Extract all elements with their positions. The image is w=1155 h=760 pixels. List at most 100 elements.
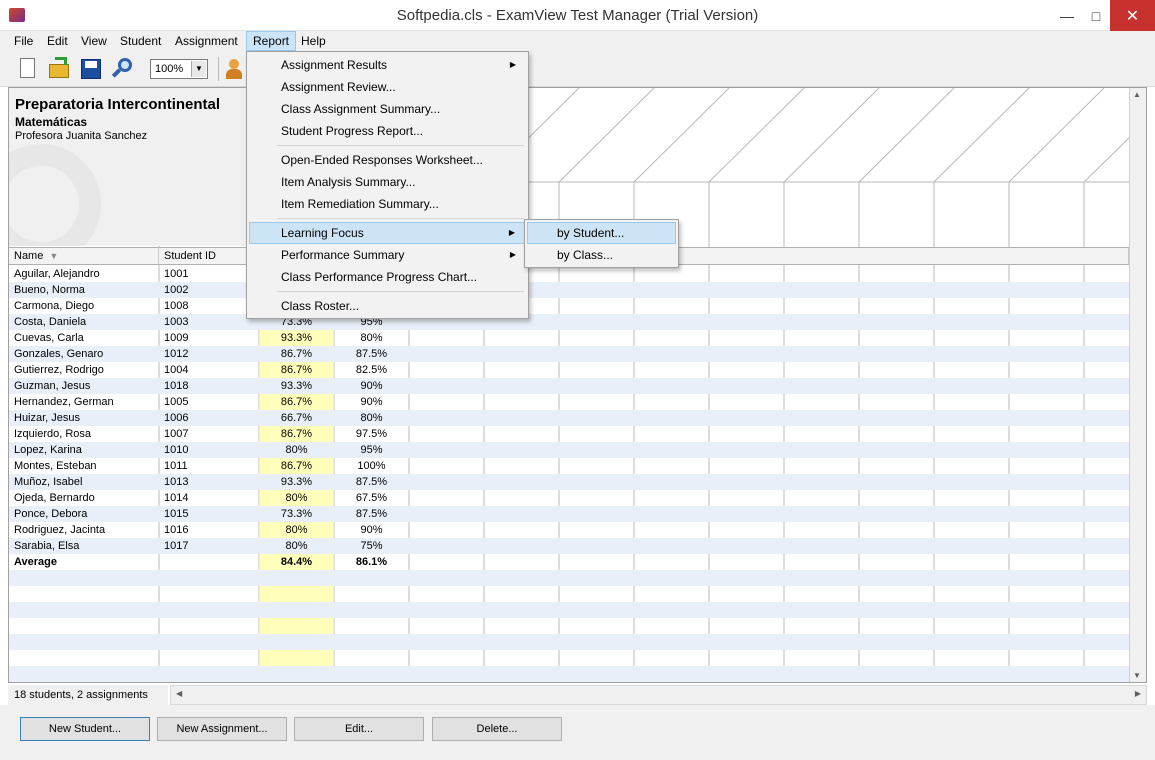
assignment-1-average: 84.4%: [280, 556, 313, 568]
empty-row: [9, 650, 1129, 666]
assignment-1-score: 80%: [285, 444, 308, 456]
menu-view[interactable]: View: [75, 31, 113, 51]
student-name: Ponce, Debora: [14, 508, 88, 520]
menu-file[interactable]: File: [8, 31, 39, 51]
menu-item-student-progress-report[interactable]: Student Progress Report...: [249, 120, 526, 142]
table-row[interactable]: Bueno, Norma 1002: [9, 282, 1129, 298]
student-name: Montes, Esteban: [14, 460, 97, 472]
student-id: 1008: [164, 300, 189, 312]
table-row[interactable]: Lopez, Karina 1010 80% 95%: [9, 442, 1129, 458]
new-assignment-button[interactable]: New Assignment...: [157, 717, 287, 741]
table-row[interactable]: Gonzales, Genaro 1012 86.7% 87.5%: [9, 346, 1129, 362]
student-id: 1006: [164, 412, 189, 424]
open-folder-icon[interactable]: [47, 57, 71, 81]
menu-report[interactable]: Report: [246, 31, 297, 51]
vertical-scrollbar[interactable]: ▲ ▼: [1129, 88, 1146, 682]
table-row[interactable]: Aguilar, Alejandro 1001: [9, 266, 1129, 282]
assignment-2-score: 97.5%: [355, 428, 388, 440]
menu-item-performance-summary[interactable]: Performance Summary ▶: [249, 244, 526, 266]
scroll-down-icon[interactable]: ▼: [1133, 671, 1141, 680]
menu-item-assignment-review[interactable]: Assignment Review...: [249, 76, 526, 98]
edit-button[interactable]: Edit...: [294, 717, 424, 741]
scroll-left-icon[interactable]: ◀: [176, 689, 182, 698]
submenu-arrow-icon: ▶: [509, 60, 516, 69]
close-button[interactable]: ✕: [1110, 0, 1155, 31]
student-id: 1005: [164, 396, 189, 408]
assignment-2-score: 80%: [360, 332, 383, 344]
table-row[interactable]: Cuevas, Carla 1009 93.3% 80%: [9, 330, 1129, 346]
scroll-up-icon[interactable]: ▲: [1133, 90, 1141, 99]
assignment-1-score: 80%: [285, 492, 308, 504]
table-row[interactable]: Carmona, Diego 1008: [9, 298, 1129, 314]
table-row[interactable]: Izquierdo, Rosa 1007 86.7% 97.5%: [9, 426, 1129, 442]
status-row: 18 students, 2 assignments ◀ ▶: [8, 685, 1147, 705]
student-id: 1018: [164, 380, 189, 392]
new-file-icon[interactable]: [16, 57, 40, 81]
maximize-button[interactable]: □: [1082, 0, 1110, 31]
column-header-student-id[interactable]: Student ID: [159, 247, 259, 265]
table-row[interactable]: Montes, Esteban 1011 86.7% 100%: [9, 458, 1129, 474]
table-row[interactable]: Huizar, Jesus 1006 66.7% 80%: [9, 410, 1129, 426]
assignment-1-score: 80%: [285, 540, 308, 552]
average-label: Average: [14, 556, 58, 568]
table-row[interactable]: Sarabia, Elsa 1017 80% 75%: [9, 538, 1129, 554]
report-menu: Assignment Results ▶ Assignment Review...…: [246, 51, 529, 319]
table-row[interactable]: Hernandez, German 1005 86.7% 90%: [9, 394, 1129, 410]
menu-item-learning-focus[interactable]: Learning Focus ▶: [249, 222, 526, 244]
scroll-right-icon[interactable]: ▶: [1135, 689, 1141, 698]
assignment-2-score: 95%: [360, 444, 383, 456]
assignment-1-score: 86.7%: [280, 348, 313, 360]
empty-row: [9, 618, 1129, 634]
student-id: 1009: [164, 332, 189, 344]
delete-button[interactable]: Delete...: [432, 717, 562, 741]
table-row[interactable]: Muñoz, Isabel 1013 93.3% 87.5%: [9, 474, 1129, 490]
menu-item-assignment-results[interactable]: Assignment Results ▶: [249, 54, 526, 76]
assignment-1-score: 93.3%: [280, 476, 313, 488]
table-row[interactable]: Ojeda, Bernardo 1014 80% 67.5%: [9, 490, 1129, 506]
zoom-value: 100%: [155, 63, 184, 75]
menu-item-class-roster[interactable]: Class Roster...: [249, 295, 526, 317]
status-text: 18 students, 2 assignments: [8, 685, 168, 705]
submenu-item-by-student[interactable]: by Student...: [527, 222, 676, 244]
table-row[interactable]: Rodriguez, Jacinta 1016 80% 90%: [9, 522, 1129, 538]
student-id: 1003: [164, 316, 189, 328]
horizontal-scrollbar[interactable]: ◀ ▶: [170, 685, 1147, 705]
menu-edit[interactable]: Edit: [41, 31, 74, 51]
assignment-2-score: 87.5%: [355, 476, 388, 488]
student-name: Guzman, Jesus: [14, 380, 91, 392]
table-row[interactable]: Guzman, Jesus 1018 93.3% 90%: [9, 378, 1129, 394]
menu-item-item-analysis-summary[interactable]: Item Analysis Summary...: [249, 171, 526, 193]
table-row[interactable]: Gutierrez, Rodrigo 1004 86.7% 82.5%: [9, 362, 1129, 378]
student-name: Lopez, Karina: [14, 444, 82, 456]
minimize-button[interactable]: —: [1052, 0, 1082, 31]
table-row[interactable]: Costa, Daniela 1003 73.3% 95%: [9, 314, 1129, 330]
menu-item-open-ended-worksheet[interactable]: Open-Ended Responses Worksheet...: [249, 149, 526, 171]
column-header-name[interactable]: Name ▼: [9, 247, 159, 265]
menu-assignment[interactable]: Assignment: [169, 31, 244, 51]
table-row[interactable]: Ponce, Debora 1015 73.3% 87.5%: [9, 506, 1129, 522]
menu-separator: [277, 145, 524, 146]
assignment-1-score: 86.7%: [280, 428, 313, 440]
menu-item-class-performance-progress-chart[interactable]: Class Performance Progress Chart...: [249, 266, 526, 288]
student-id: 1016: [164, 524, 189, 536]
zoom-select[interactable]: 100% ▼: [150, 59, 208, 79]
empty-row: [9, 634, 1129, 650]
empty-row: [9, 570, 1129, 586]
student-name: Bueno, Norma: [14, 284, 85, 296]
save-disk-icon[interactable]: [79, 57, 103, 81]
magnifier-icon[interactable]: [110, 57, 134, 81]
chevron-down-icon[interactable]: ▼: [191, 61, 206, 77]
menu-student[interactable]: Student: [114, 31, 167, 51]
column-header-name-label: Name: [14, 250, 44, 262]
average-row: Average 84.4% 86.1%: [9, 554, 1129, 570]
class-grid: Preparatoria Intercontinental Matemática…: [8, 87, 1147, 683]
student-name: Gutierrez, Rodrigo: [14, 364, 104, 376]
menu-item-class-assignment-summary[interactable]: Class Assignment Summary...: [249, 98, 526, 120]
assignment-2-score: 100%: [357, 460, 386, 472]
student-id: 1011: [164, 460, 188, 472]
assignment-2-score: 87.5%: [355, 508, 388, 520]
new-student-button[interactable]: New Student...: [20, 717, 150, 741]
submenu-item-by-class[interactable]: by Class...: [527, 244, 676, 266]
menu-help[interactable]: Help: [295, 31, 332, 51]
menu-item-item-remediation-summary[interactable]: Item Remediation Summary...: [249, 193, 526, 215]
